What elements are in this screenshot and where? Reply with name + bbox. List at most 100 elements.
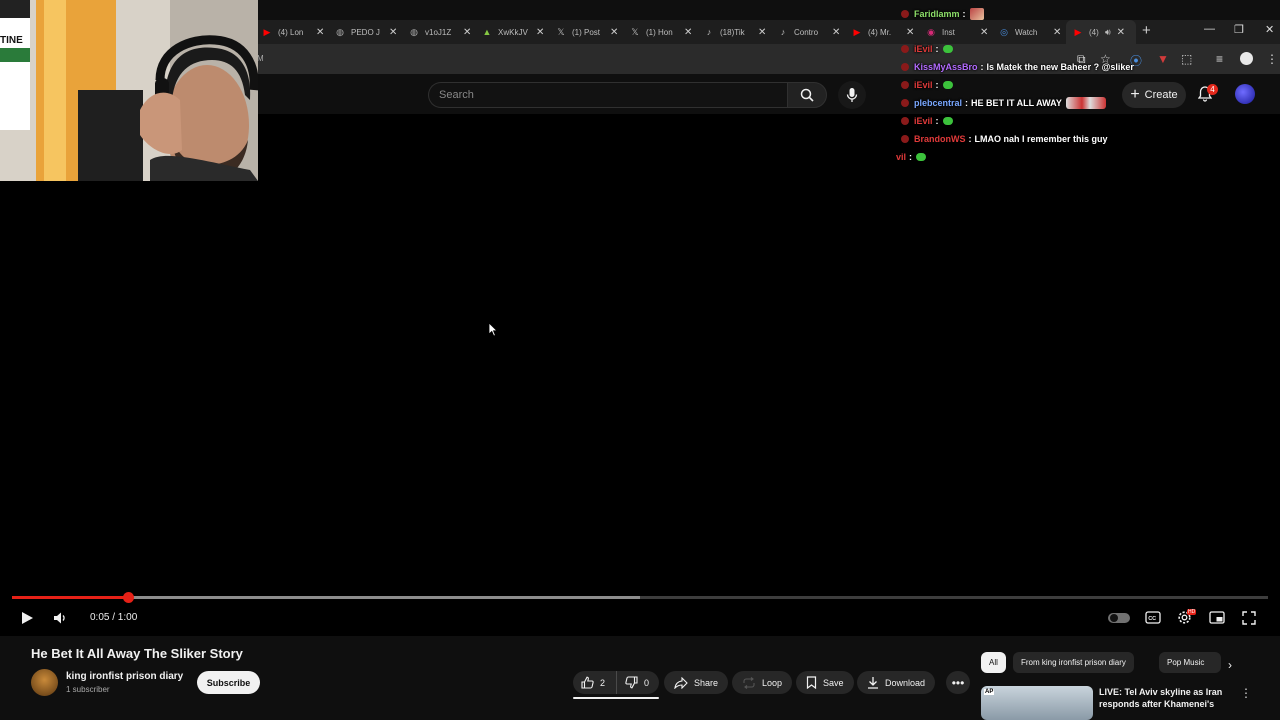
chat-separator: : xyxy=(909,152,913,162)
tab-title: (4) Mr. xyxy=(868,27,892,37)
tab-title: XwKkJV xyxy=(498,27,528,37)
chat-message: plebcentral : HE BET IT ALL AWAY xyxy=(901,95,1106,111)
browser-tab[interactable]: ♪ Contro ✕ xyxy=(778,20,841,44)
chat-separator: : xyxy=(935,44,939,54)
x-icon: 𝕏 xyxy=(557,27,565,37)
browser-tab[interactable]: ♪ (18)Tik ✕ xyxy=(704,20,767,44)
share-button[interactable]: Share xyxy=(664,671,729,694)
more-vertical-icon[interactable]: ⋮ xyxy=(1240,686,1252,700)
menu-icon[interactable]: ⋮ xyxy=(1266,52,1278,66)
download-label: Download xyxy=(885,677,926,688)
loop-label: Loop xyxy=(762,677,783,688)
fullscreen-icon[interactable] xyxy=(1242,611,1256,625)
voice-search-button[interactable] xyxy=(838,81,866,109)
close-icon[interactable]: ✕ xyxy=(536,27,544,38)
profile-avatar[interactable] xyxy=(1240,52,1253,65)
browser-tab[interactable]: ▲ XwKkJV ✕ xyxy=(482,20,545,44)
chat-badge-icon xyxy=(901,81,909,89)
subtitles-icon[interactable]: CC xyxy=(1145,611,1161,624)
restore-icon[interactable]: ❐ xyxy=(1234,23,1244,36)
browser-tab[interactable]: 𝕏 (1) Post ✕ xyxy=(556,20,618,44)
account-avatar[interactable] xyxy=(1235,84,1255,104)
notification-count-badge: 4 xyxy=(1207,84,1218,95)
video-player[interactable] xyxy=(0,114,1280,636)
close-icon[interactable]: ✕ xyxy=(684,27,692,38)
chat-text: LMAO nah I remember this guy xyxy=(974,134,1108,144)
share-label: Share xyxy=(694,677,719,688)
tiktok-icon: ♪ xyxy=(780,27,786,37)
close-icon[interactable]: ✕ xyxy=(463,27,471,38)
source-badge: AP xyxy=(984,689,995,695)
more-actions-button[interactable]: ••• xyxy=(946,671,970,694)
tab-title: (18)Tik xyxy=(720,27,745,37)
chip-pop-music[interactable]: Pop Music xyxy=(1159,652,1221,673)
search-button[interactable] xyxy=(787,82,827,108)
channel-avatar[interactable] xyxy=(31,669,58,696)
puzzle-icon[interactable]: ⬚ xyxy=(1181,52,1192,66)
dislike-button[interactable]: 0 xyxy=(617,676,659,689)
close-icon[interactable]: ✕ xyxy=(832,27,840,38)
browser-tab[interactable]: ◍ PEDO J ✕ xyxy=(335,20,397,44)
search-icon xyxy=(800,88,814,102)
recommendation-title[interactable]: LIVE: Tel Aviv skyline as Iran responds … xyxy=(1099,686,1227,710)
minimize-icon[interactable]: — xyxy=(1204,23,1215,35)
download-button[interactable]: Download xyxy=(857,671,936,694)
browser-tab[interactable]: 𝕏 (1) Hon ✕ xyxy=(630,20,692,44)
chevron-right-icon[interactable]: › xyxy=(1228,658,1232,672)
progress-bar[interactable] xyxy=(12,592,1268,603)
bookmark-icon xyxy=(806,676,817,689)
chat-separator: : xyxy=(935,116,939,126)
thumbs-up-icon xyxy=(581,676,594,689)
like-button[interactable]: 2 xyxy=(573,671,617,694)
globe-icon: ◍ xyxy=(410,27,418,37)
chat-badge-icon xyxy=(901,99,909,107)
close-icon[interactable]: ✕ xyxy=(316,27,324,38)
chip-all[interactable]: All xyxy=(981,652,1006,673)
autoplay-toggle[interactable] xyxy=(1108,613,1130,623)
close-icon[interactable]: ✕ xyxy=(758,27,766,38)
subscribe-button[interactable]: Subscribe xyxy=(197,671,260,694)
miniplayer-icon[interactable] xyxy=(1209,611,1225,624)
tab-title: (4) Lon xyxy=(278,27,304,37)
like-count: 2 xyxy=(600,677,606,688)
chat-username: BrandonWS xyxy=(914,134,966,144)
chat-emote xyxy=(916,153,927,161)
tab-title: v1oJ1Z xyxy=(425,27,452,37)
chip-channel[interactable]: From king ironfist prison diary xyxy=(1013,652,1134,673)
chat-username: iEvil xyxy=(914,116,933,126)
chat-username: iEvil xyxy=(914,80,933,90)
play-icon[interactable] xyxy=(20,611,34,625)
chat-message: vil : xyxy=(896,149,927,165)
loop-icon xyxy=(743,676,755,689)
more-horizontal-icon: ••• xyxy=(951,675,965,690)
chat-separator: : xyxy=(935,80,939,90)
webcam-overlay: TINE xyxy=(0,0,258,181)
address-bar[interactable]: M xyxy=(257,54,264,63)
loop-button[interactable]: Loop xyxy=(732,671,793,694)
media-controls-icon[interactable]: ≡ xyxy=(1216,52,1223,66)
channel-name[interactable]: king ironfist prison diary xyxy=(66,671,183,682)
webcam-feed xyxy=(0,0,258,181)
browser-tab[interactable]: ▶ (4) Lon ✕ xyxy=(262,20,325,44)
video-title: He Bet It All Away The Sliker Story xyxy=(31,646,243,661)
chat-text: Is Matek the new Baheer ? @sliker xyxy=(986,62,1134,72)
close-icon[interactable]: ✕ xyxy=(610,27,618,38)
close-window-icon[interactable]: ✕ xyxy=(1265,23,1274,36)
chat-username: iEvil xyxy=(914,44,933,54)
search-input[interactable]: Search xyxy=(428,82,788,108)
volume-icon[interactable] xyxy=(53,611,69,625)
time-display: 0:05 / 1:00 xyxy=(90,612,138,623)
browser-tab[interactable]: ◍ v1oJ1Z ✕ xyxy=(409,20,471,44)
save-button[interactable]: Save xyxy=(796,671,854,694)
chat-message: KissMyAssBro : Is Matek the new Baheer ?… xyxy=(901,59,1134,75)
chat-emote xyxy=(942,81,953,89)
svg-text:CC: CC xyxy=(1148,616,1156,622)
close-icon[interactable]: ✕ xyxy=(389,27,397,38)
chat-message: Faridlamm : xyxy=(901,6,984,22)
chat-message: iEvil : xyxy=(901,113,953,129)
recommendation-thumbnail[interactable]: AP xyxy=(981,686,1093,720)
chat-separator: : xyxy=(962,9,966,19)
chat-badge-icon xyxy=(901,10,909,18)
rumble-icon: ▲ xyxy=(482,27,492,37)
webcam-poster-text: TINE xyxy=(0,35,23,46)
